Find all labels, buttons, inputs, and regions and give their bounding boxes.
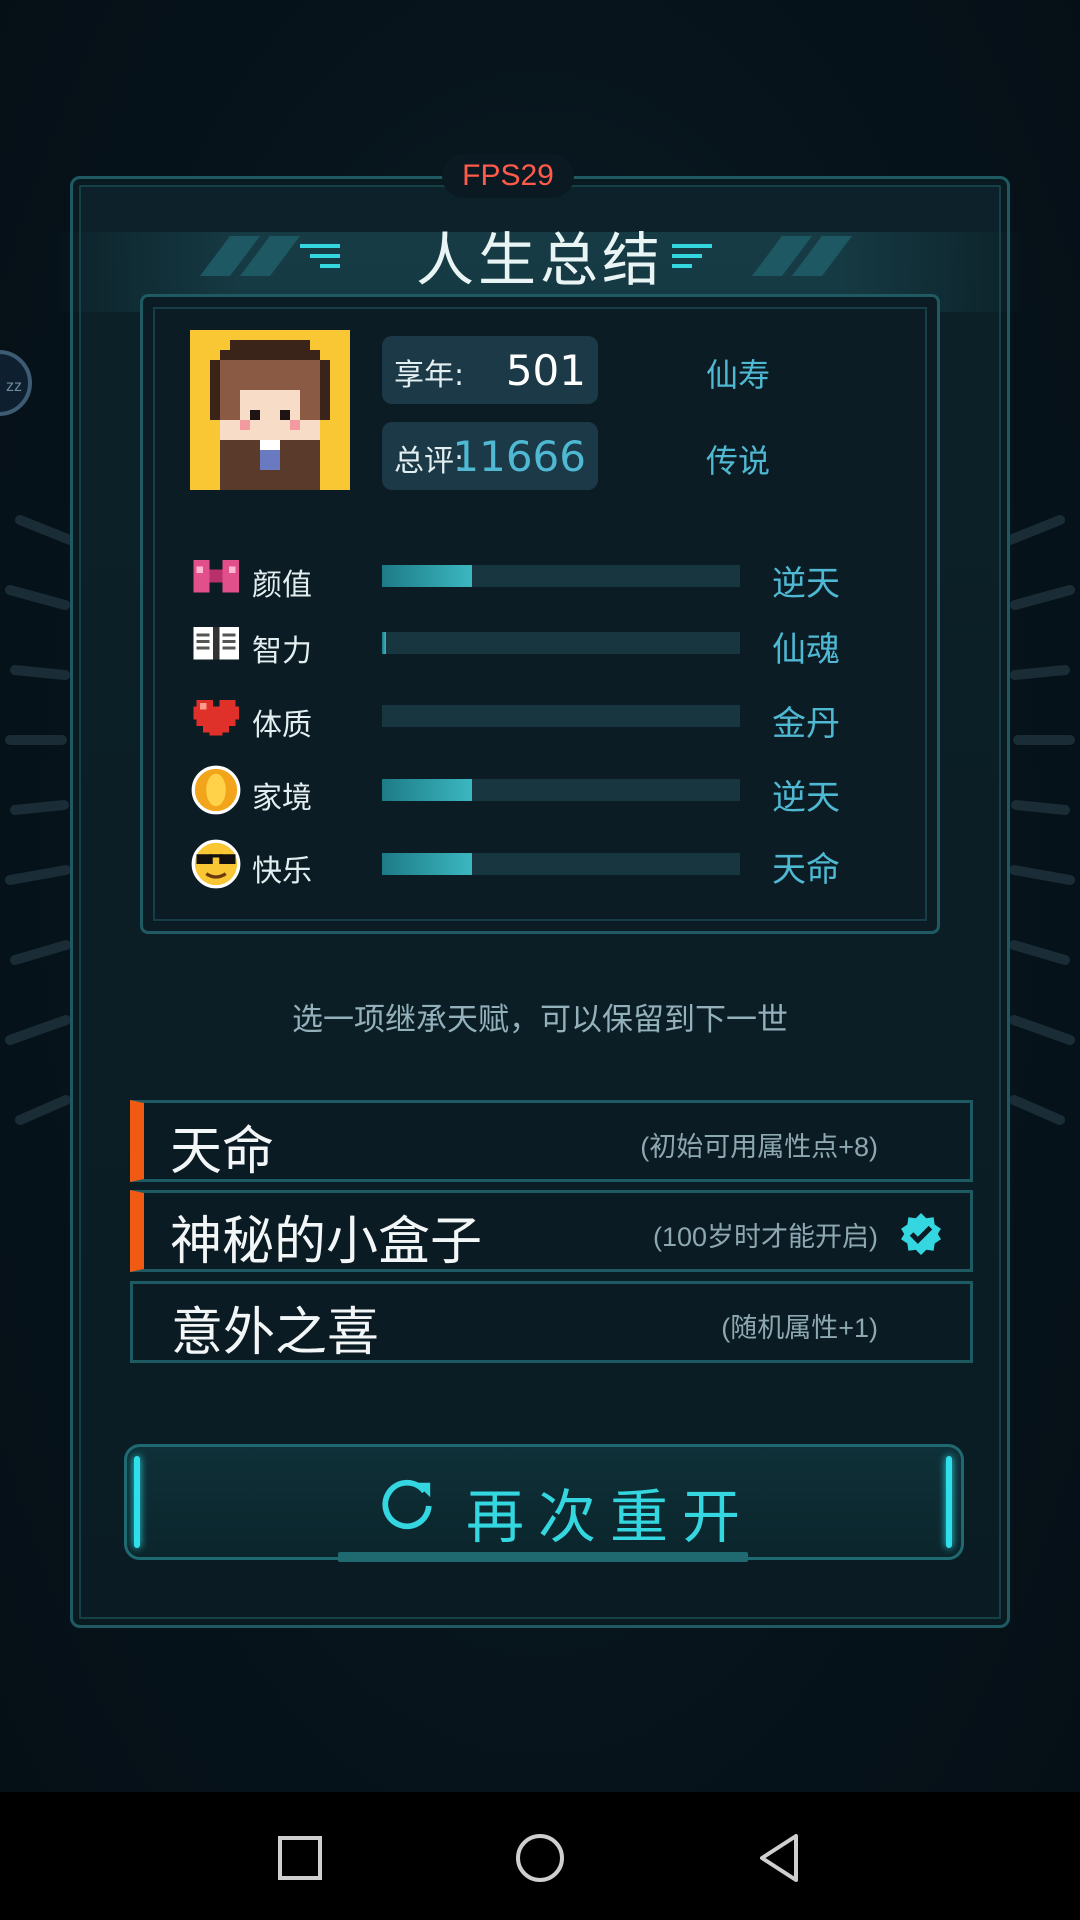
stat-bar-fill <box>382 853 472 875</box>
age-grade: 仙寿 <box>706 356 771 394</box>
restart-underline <box>338 1552 748 1562</box>
square-icon[interactable] <box>274 1832 326 1884</box>
book-icon <box>193 626 239 660</box>
title-left-deco-icon <box>200 236 340 276</box>
talent-option-3[interactable]: 意外之喜 (随机属性+1) <box>130 1281 973 1363</box>
score-grade: 传说 <box>706 442 771 480</box>
score-pill: 总评: 11666 <box>382 422 598 490</box>
stat-bar-fill <box>382 632 386 654</box>
talent-name: 天命 <box>170 1122 275 1182</box>
triangle-back-icon[interactable] <box>754 1832 806 1884</box>
score-value: 11666 <box>452 432 586 481</box>
stat-bar-family <box>382 779 740 801</box>
fps-counter: FPS29 <box>442 154 574 198</box>
stat-bar-appearance <box>382 565 740 587</box>
heart-icon <box>193 699 239 736</box>
stat-bar-constitution <box>382 705 740 727</box>
stat-bar-fill <box>382 779 472 801</box>
stat-grade: 逆天 <box>772 778 840 818</box>
coin-icon <box>191 765 241 815</box>
age-pill: 享年: 501 <box>382 336 598 404</box>
page-title: 人生总结 <box>415 226 664 294</box>
age-value: 501 <box>505 346 586 395</box>
age-label: 享年: <box>394 358 465 393</box>
stat-name: 家境 <box>252 781 312 816</box>
talent-name: 神秘的小盒子 <box>170 1212 483 1272</box>
stat-grade: 金丹 <box>772 704 840 744</box>
talent-desc: (100岁时才能开启) <box>652 1222 878 1252</box>
character-avatar <box>190 330 350 490</box>
stat-name: 体质 <box>252 708 312 743</box>
talent-option-1[interactable]: 天命 (初始可用属性点+8) <box>130 1100 973 1182</box>
stat-bar-intelligence <box>382 632 740 654</box>
restart-left-edge <box>134 1456 140 1548</box>
inherit-prompt: 选一项继承天赋，可以保留到下一世 <box>292 1002 788 1038</box>
check-circle-icon <box>901 1213 941 1255</box>
refresh-icon <box>382 1479 432 1530</box>
talent-desc: (随机属性+1) <box>721 1313 878 1343</box>
restart-label: 再次重开 <box>466 1483 755 1551</box>
sunglasses-face-icon <box>191 839 241 889</box>
stat-grade: 逆天 <box>772 564 840 604</box>
bow-icon <box>193 559 239 593</box>
stat-bar-fill <box>382 565 472 587</box>
restart-right-edge <box>946 1456 952 1548</box>
stat-name: 智力 <box>252 634 312 669</box>
stat-bar-happiness <box>382 853 740 875</box>
talent-desc: (初始可用属性点+8) <box>640 1132 878 1162</box>
talent-option-2[interactable]: 神秘的小盒子 (100岁时才能开启) <box>130 1190 973 1272</box>
stat-grade: 天命 <box>772 850 840 890</box>
talent-name: 意外之喜 <box>171 1303 380 1363</box>
circle-icon[interactable] <box>514 1832 566 1884</box>
stat-name: 颜值 <box>252 568 312 603</box>
stat-grade: 仙魂 <box>772 630 840 670</box>
stat-name: 快乐 <box>252 854 312 889</box>
